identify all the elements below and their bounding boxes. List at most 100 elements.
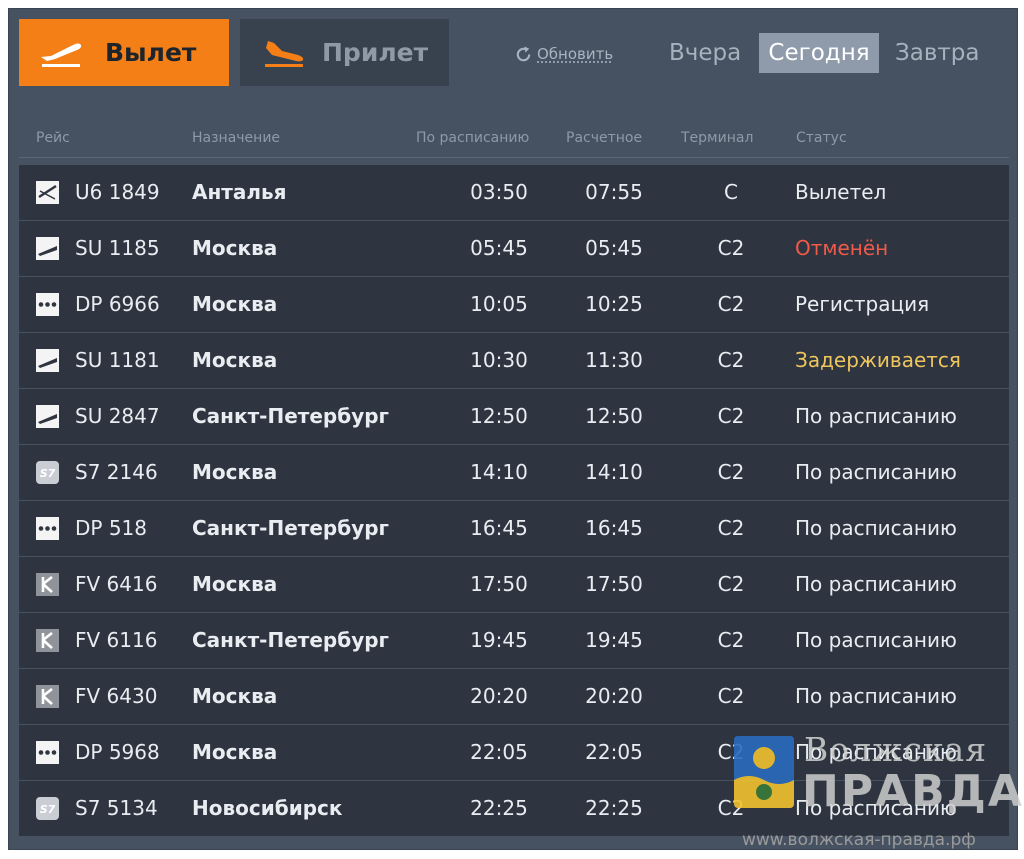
refresh-icon [516,45,531,61]
airline-su-logo-icon [36,405,59,428]
flights-table: U6 1849 Анталья 03:50 07:55 C Вылетел SU 1185 М… [19,165,1009,837]
flight-scheduled-time: 17:50 [470,572,528,596]
flight-row[interactable]: S7 S7 5134 Новосибирск 22:25 22:25 C2 По распи… [19,781,1009,837]
day-tomorrow-button[interactable]: Завтра [895,33,980,73]
flight-status: По расписанию [795,740,957,764]
flight-terminal: C2 [717,516,745,540]
flight-row[interactable]: SU 1181 Москва 10:30 11:30 C2 Задерживается [19,333,1009,389]
flight-terminal: C2 [717,628,745,652]
flight-destination: Москва [192,348,278,372]
flight-destination: Санкт-Петербург [192,516,390,540]
airline-su-logo-icon [36,237,59,260]
svg-text:S7: S7 [40,467,56,480]
flight-status: По расписанию [795,516,957,540]
column-header-estimated: Расчетное [566,130,643,146]
tab-departures-label: Вылет [105,38,197,67]
flight-scheduled-time: 10:05 [470,292,528,316]
flight-estimated-time: 17:50 [585,572,643,596]
flight-row[interactable]: DP 518 Санкт-Петербург 16:45 16:45 C2 По расп… [19,501,1009,557]
flight-terminal: C2 [717,292,745,316]
flight-destination: Анталья [192,180,287,204]
flight-terminal: C2 [717,684,745,708]
refresh-button[interactable]: Обновить [514,43,613,65]
flight-number: SU 2847 [75,404,160,428]
flight-row[interactable]: FV 6430 Москва 20:20 20:20 C2 По расписанию [19,669,1009,725]
flight-scheduled-time: 22:05 [470,740,528,764]
airline-fv-logo-icon [36,685,59,708]
flight-estimated-time: 10:25 [585,292,643,316]
column-header-destination: Назначение [192,130,281,146]
airline-fv-logo-icon [36,629,59,652]
airline-s7-logo-icon: S7 [36,797,59,820]
flight-number: U6 1849 [75,180,160,204]
flight-scheduled-time: 05:45 [470,236,528,260]
flight-terminal: C2 [717,348,745,372]
tab-arrivals-label: Прилет [322,38,429,67]
flight-row[interactable]: S7 S7 2146 Москва 14:10 14:10 C2 По расписанию [19,445,1009,501]
flight-destination: Москва [192,292,278,316]
column-header-status: Статус [796,130,847,146]
flight-row[interactable]: U6 1849 Анталья 03:50 07:55 C Вылетел [19,165,1009,221]
flight-terminal: C2 [717,572,745,596]
flight-status: По расписанию [795,460,957,484]
tab-departures[interactable]: Вылет [19,19,229,86]
flight-row[interactable]: FV 6416 Москва 17:50 17:50 C2 По расписанию [19,557,1009,613]
flight-number: S7 5134 [75,796,158,820]
airline-dp-logo-icon [36,741,59,764]
flight-row[interactable]: SU 1185 Москва 05:45 05:45 C2 Отменён [19,221,1009,277]
flight-number: S7 2146 [75,460,158,484]
svg-text:S7: S7 [40,803,56,816]
flight-destination: Санкт-Петербург [192,628,390,652]
tab-arrivals[interactable]: Прилет [240,19,449,86]
flight-estimated-time: 20:20 [585,684,643,708]
flight-status: Регистрация [795,292,930,316]
flight-estimated-time: 19:45 [585,628,643,652]
flight-estimated-time: 14:10 [585,460,643,484]
flight-terminal: C2 [717,796,745,820]
flight-estimated-time: 22:05 [585,740,643,764]
flight-number: FV 6430 [75,684,158,708]
flight-scheduled-time: 20:20 [470,684,528,708]
flight-scheduled-time: 14:10 [470,460,528,484]
flight-estimated-time: 16:45 [585,516,643,540]
flight-row[interactable]: SU 2847 Санкт-Петербург 12:50 12:50 C2 По рас… [19,389,1009,445]
airline-u6-logo-icon [36,181,59,204]
flight-terminal: C [724,180,738,204]
day-today-button[interactable]: Сегодня [759,33,879,73]
flight-board: Вылет Прилет Обновить Вчера Сегодня Завт… [8,8,1018,850]
flight-status: По расписанию [795,572,957,596]
flight-estimated-time: 05:45 [585,236,643,260]
airline-fv-logo-icon [36,573,59,596]
flight-number: FV 6116 [75,628,158,652]
flight-status: По расписанию [795,404,957,428]
flight-scheduled-time: 19:45 [470,628,528,652]
flight-destination: Москва [192,460,278,484]
flight-row[interactable]: DP 5968 Москва 22:05 22:05 C2 По расписанию [19,725,1009,781]
flight-terminal: C2 [717,740,745,764]
flight-number: FV 6416 [75,572,158,596]
flight-scheduled-time: 12:50 [470,404,528,428]
flight-scheduled-time: 03:50 [470,180,528,204]
column-header-flight: Рейс [36,130,70,146]
flight-number: DP 6966 [75,292,160,316]
flight-destination: Новосибирск [192,796,343,820]
airline-su-logo-icon [36,349,59,372]
flight-status: Отменён [795,236,889,260]
flight-row[interactable]: DP 6966 Москва 10:05 10:25 C2 Регистрация [19,277,1009,333]
refresh-label: Обновить [537,45,614,63]
flight-row[interactable]: FV 6116 Санкт-Петербург 19:45 19:45 C2 По рас… [19,613,1009,669]
flight-estimated-time: 22:25 [585,796,643,820]
day-yesterday-button[interactable]: Вчера [669,33,741,73]
flight-scheduled-time: 16:45 [470,516,528,540]
flight-status: По расписанию [795,684,957,708]
flight-number: DP 518 [75,516,147,540]
flight-number: SU 1185 [75,236,160,260]
flight-scheduled-time: 22:25 [470,796,528,820]
flight-estimated-time: 11:30 [585,348,643,372]
airline-dp-logo-icon [36,517,59,540]
airline-dp-logo-icon [36,293,59,316]
flight-estimated-time: 07:55 [585,180,643,204]
flight-scheduled-time: 10:30 [470,348,528,372]
flight-terminal: C2 [717,236,745,260]
header-divider [19,157,1009,158]
